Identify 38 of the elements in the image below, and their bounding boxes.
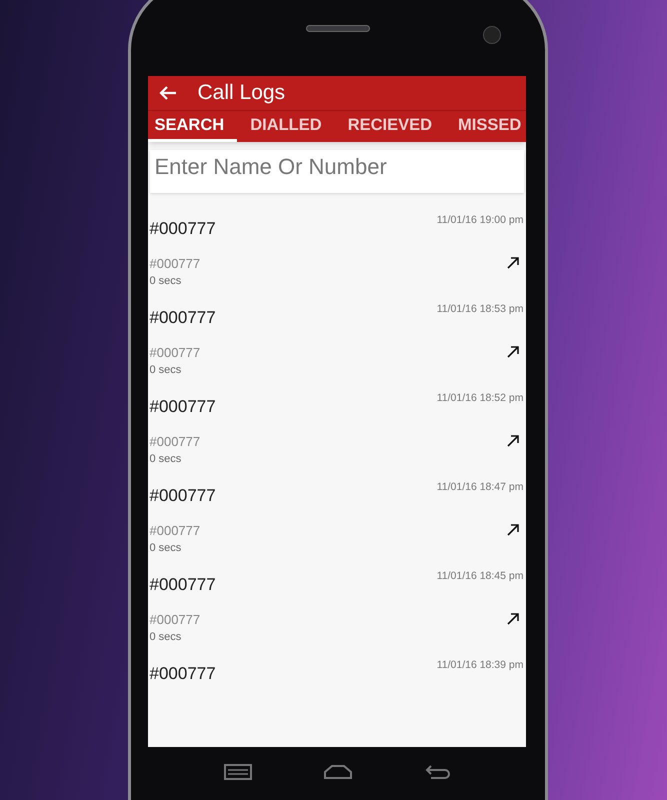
call-time: 11/01/16 18:52 pm	[436, 391, 524, 406]
outgoing-arrow-icon	[506, 434, 520, 448]
call-duration: 0 secs	[150, 630, 182, 645]
call-time: 11/01/16 18:45 pm	[436, 569, 524, 584]
recent-apps-icon[interactable]	[224, 764, 252, 780]
call-time: 11/01/16 18:47 pm	[436, 480, 524, 495]
contact-name: #000777	[150, 396, 216, 418]
phone-number: #000777	[150, 254, 200, 272]
tab[interactable]: RECIEVED	[334, 111, 446, 142]
call-duration: 0 secs	[150, 274, 182, 289]
speaker-grille	[306, 25, 370, 32]
contact-name: #000777	[150, 663, 216, 685]
outgoing-arrow-icon	[506, 612, 520, 626]
tab[interactable]: SEARCH	[148, 111, 238, 142]
back-icon[interactable]	[425, 764, 452, 780]
call-time: 11/01/16 18:39 pm	[436, 658, 524, 673]
tab[interactable]: DIALLED	[237, 111, 335, 142]
call-time: 11/01/16 19:00 pm	[436, 213, 524, 228]
outgoing-arrow-icon	[506, 256, 520, 270]
outgoing-arrow-icon	[506, 345, 520, 360]
call-duration: 0 secs	[150, 363, 182, 378]
outgoing-arrow-icon	[506, 523, 520, 538]
contact-name: #000777	[150, 307, 216, 329]
camera-lens	[482, 26, 500, 44]
phone-number: #000777	[150, 610, 200, 628]
app-bar-title: Call Logs	[198, 80, 286, 106]
contact-name: #000777	[150, 485, 216, 507]
phone-number: #000777	[150, 344, 200, 362]
search-field[interactable]: Enter Name Or Number	[150, 150, 524, 193]
call-duration: 0 secs	[150, 541, 182, 556]
call-time: 11/01/16 18:53 pm	[436, 302, 524, 317]
home-icon[interactable]	[324, 765, 352, 779]
contact-name: #000777	[150, 218, 216, 240]
call-duration: 0 secs	[150, 452, 182, 467]
phone-number: #000777	[150, 522, 200, 540]
contact-name: #000777	[150, 574, 216, 596]
tab[interactable]: MISSED	[445, 111, 526, 142]
phone-number: #000777	[150, 432, 200, 450]
